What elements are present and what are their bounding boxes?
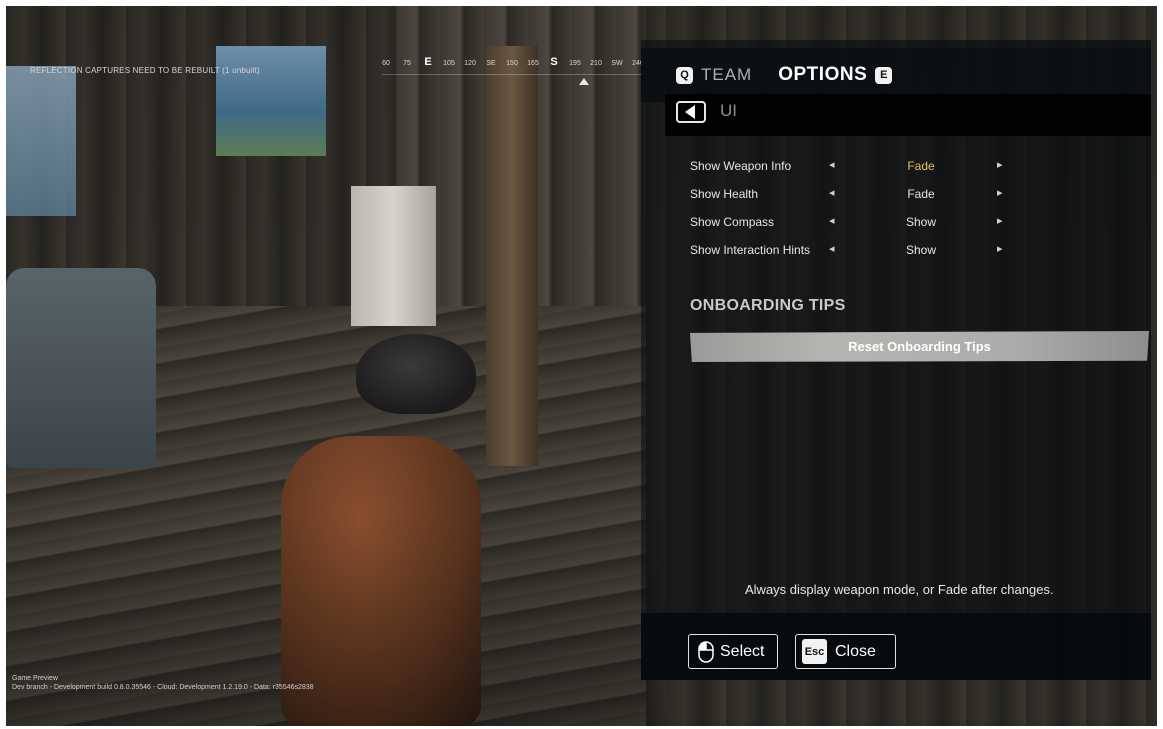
compass-marker: SW: [611, 60, 623, 67]
compass-marker: 165: [527, 60, 539, 67]
setting-description: Always display weapon mode, or Fade afte…: [745, 582, 1054, 597]
compass-marker: 60: [382, 60, 390, 67]
compass-marker: 150: [506, 60, 518, 67]
setting-value: Fade: [907, 159, 935, 173]
setting-label: Show Health: [690, 187, 759, 201]
select-label: Select: [720, 642, 765, 660]
mouse-icon: [698, 640, 714, 663]
arrow-right-icon[interactable]: ▸: [997, 186, 1003, 199]
compass-marker: 210: [590, 60, 602, 67]
arrow-left-icon[interactable]: ◂: [829, 214, 835, 227]
esc-key-icon: Esc: [802, 639, 827, 664]
tab-options[interactable]: OPTIONS: [778, 64, 867, 86]
scene-shade: [6, 6, 666, 726]
onboarding-section-title: ONBOARDING TIPS: [690, 297, 846, 314]
reset-onboarding-button[interactable]: Reset Onboarding Tips: [690, 331, 1149, 362]
e-key-icon: E: [875, 66, 893, 84]
arrow-right-icon[interactable]: ▸: [997, 158, 1003, 171]
setting-value: Show: [905, 243, 937, 257]
compass-marker: S: [550, 56, 558, 68]
tab-team[interactable]: TEAM: [701, 65, 752, 85]
tab-row: Q TEAM OPTIONS E: [676, 62, 893, 88]
debug-build-info: Game Preview Dev branch - Development bu…: [12, 674, 314, 692]
back-arrow-icon: [685, 105, 695, 119]
debug-line-1: Game Preview: [12, 675, 58, 682]
compass-marker: 120: [464, 60, 476, 67]
close-label: Close: [835, 642, 876, 660]
submenu-bar: [665, 94, 1151, 136]
arrow-left-icon[interactable]: ◂: [829, 186, 835, 199]
setting-label: Show Weapon Info: [690, 159, 792, 173]
q-key-icon: Q: [676, 66, 693, 84]
compass-marker: E: [424, 56, 432, 68]
compass-marker: 75: [403, 60, 411, 67]
setting-label: Show Compass: [690, 215, 775, 229]
reset-onboarding-label: Reset Onboarding Tips: [848, 339, 991, 354]
select-button[interactable]: Select: [688, 634, 778, 669]
compass-marker: SE: [486, 60, 496, 67]
setting-label: Show Interaction Hints: [690, 243, 811, 257]
setting-value: Show: [905, 215, 937, 229]
setting-row-compass[interactable]: Show Compass ◂ Show ▸: [690, 213, 1020, 233]
arrow-left-icon[interactable]: ◂: [829, 242, 835, 255]
debug-warning: REFLECTION CAPTURES NEED TO BE REBUILT (…: [30, 66, 260, 75]
compass-marker: 105: [443, 60, 455, 67]
submenu-title: UI: [720, 101, 737, 120]
arrow-right-icon[interactable]: ▸: [997, 242, 1003, 255]
compass-bar: 60 75 E 105 120 SE 150 165 S 195 210 SW 240: [382, 56, 656, 90]
setting-value: Fade: [907, 187, 935, 201]
setting-row-interaction-hints[interactable]: Show Interaction Hints ◂ Show ▸: [690, 241, 1020, 261]
compass-marker: 195: [569, 60, 581, 67]
setting-row-weapon-info[interactable]: Show Weapon Info ◂ Fade ▸: [690, 157, 1020, 177]
close-button[interactable]: Esc Close: [795, 634, 896, 669]
compass-line: [382, 74, 656, 75]
back-button[interactable]: [676, 101, 706, 123]
compass-pointer-icon: [579, 78, 589, 85]
arrow-left-icon[interactable]: ◂: [829, 158, 835, 171]
setting-row-health[interactable]: Show Health ◂ Fade ▸: [690, 185, 1020, 205]
debug-line-2: Dev branch - Development build 0.8.0.355…: [12, 684, 314, 691]
arrow-right-icon[interactable]: ▸: [997, 214, 1003, 227]
